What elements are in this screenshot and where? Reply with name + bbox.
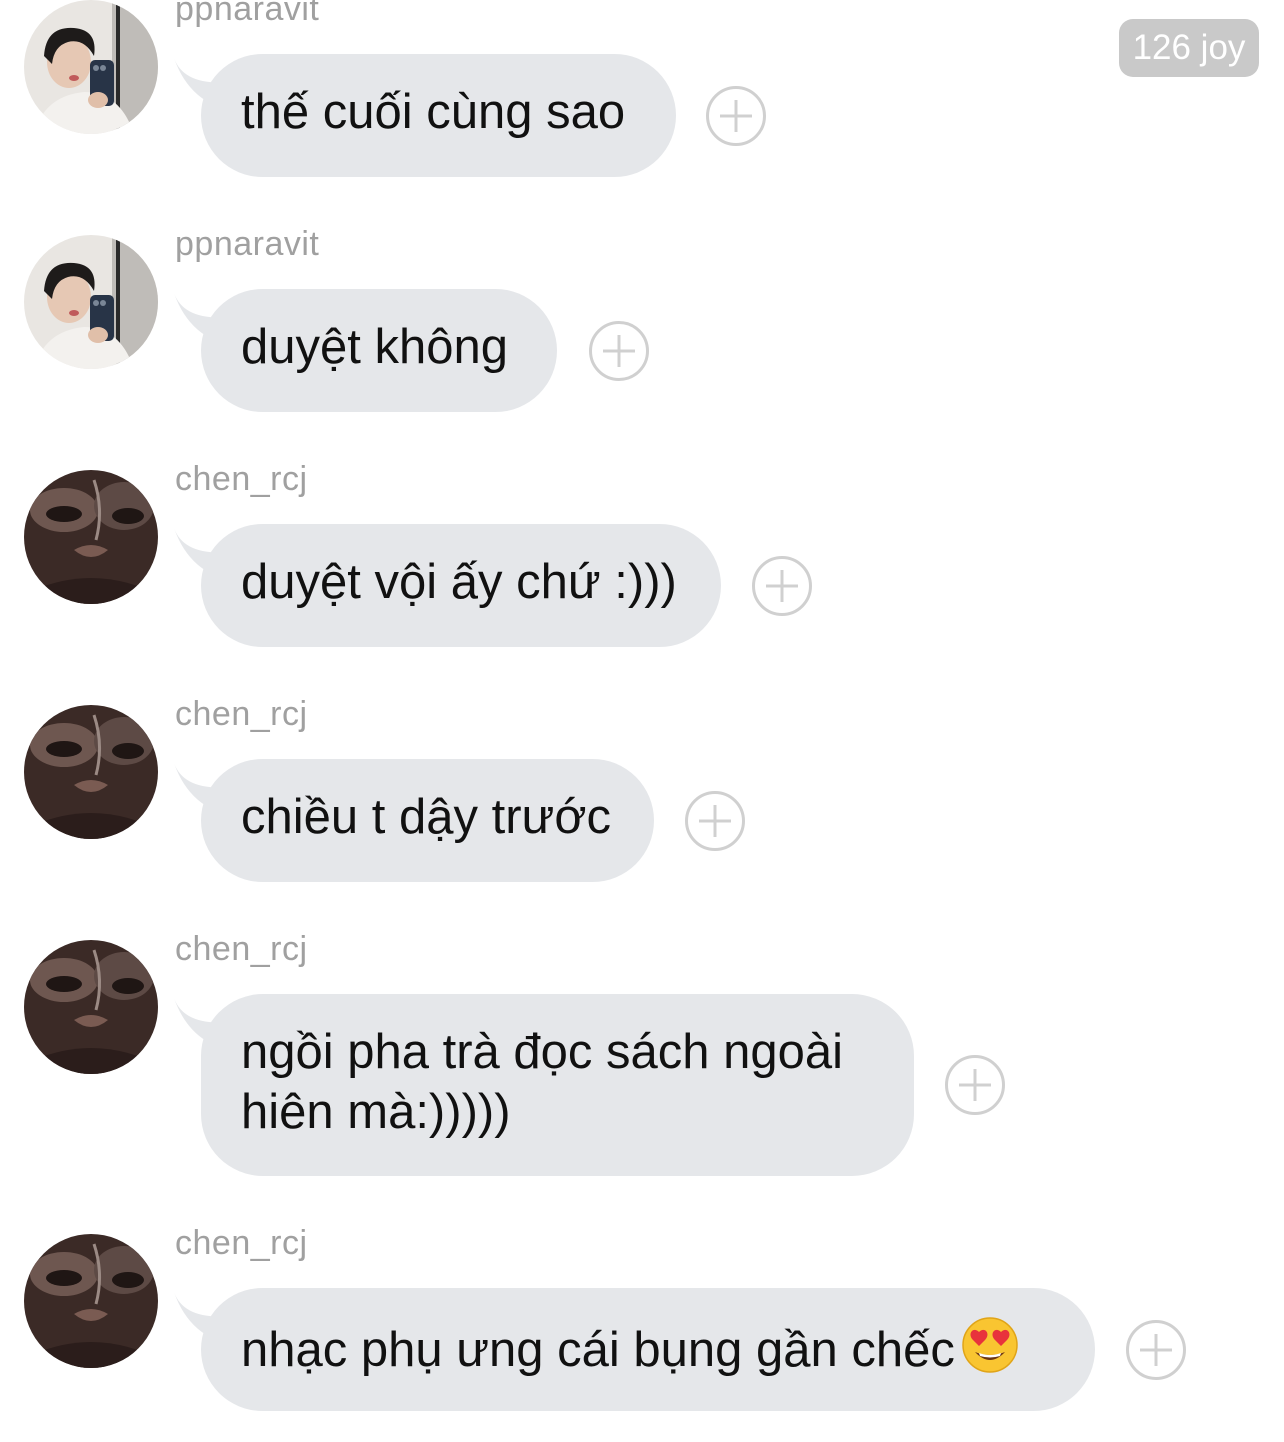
avatar-chen-rcj-icon[interactable] <box>24 940 158 1074</box>
message-row: chen_rcj duyệt vội ấy chứ :))) <box>0 460 1284 647</box>
sender-username[interactable]: ppnaravit <box>175 225 319 264</box>
plus-circle-icon[interactable] <box>752 556 812 616</box>
plus-circle-icon[interactable] <box>706 86 766 146</box>
heart-eyes-emoji-icon <box>962 1317 1018 1373</box>
plus-circle-icon[interactable] <box>685 791 745 851</box>
message-bubble[interactable]: thế cuối cùng sao <box>201 54 676 177</box>
message-bubble[interactable]: nhạc phụ ưng cái bụng gần chếc <box>201 1288 1095 1411</box>
avatar-chen-rcj-icon[interactable] <box>24 470 158 604</box>
avatar-chen-rcj-icon[interactable] <box>24 705 158 839</box>
sender-username[interactable]: ppnaravit <box>175 0 319 29</box>
message-row: ppnaravit thế cuối cùng sao <box>0 0 1284 177</box>
message-row: chen_rcj ngồi pha trà đọc sách ngoài hiê… <box>0 930 1284 1176</box>
message-row: ppnaravit duyệt không <box>0 225 1284 412</box>
message-bubble[interactable]: chiều t dậy trước <box>201 759 654 882</box>
avatar-chen-rcj-icon[interactable] <box>24 1234 158 1368</box>
message-row: chen_rcj chiều t dậy trước <box>0 695 1284 882</box>
sender-username[interactable]: chen_rcj <box>175 930 308 969</box>
message-bubble[interactable]: duyệt vội ấy chứ :))) <box>201 524 721 647</box>
avatar-ppnaravit-icon[interactable] <box>24 235 158 369</box>
plus-circle-icon[interactable] <box>589 321 649 381</box>
plus-circle-icon[interactable] <box>1126 1320 1186 1380</box>
message-bubble[interactable]: duyệt không <box>201 289 557 412</box>
avatar-ppnaravit-icon[interactable] <box>24 0 158 134</box>
sender-username[interactable]: chen_rcj <box>175 460 308 499</box>
message-bubble[interactable]: ngồi pha trà đọc sách ngoài hiên mà:))))… <box>201 994 914 1176</box>
message-row: chen_rcj nhạc phụ ưng cái bụng gần chếc <box>0 1224 1284 1411</box>
message-text: nhạc phụ ưng cái bụng gần chếc <box>241 1323 955 1377</box>
joy-count-badge: 126 joy <box>1119 19 1259 77</box>
plus-circle-icon[interactable] <box>945 1055 1005 1115</box>
sender-username[interactable]: chen_rcj <box>175 695 308 734</box>
sender-username[interactable]: chen_rcj <box>175 1224 308 1263</box>
